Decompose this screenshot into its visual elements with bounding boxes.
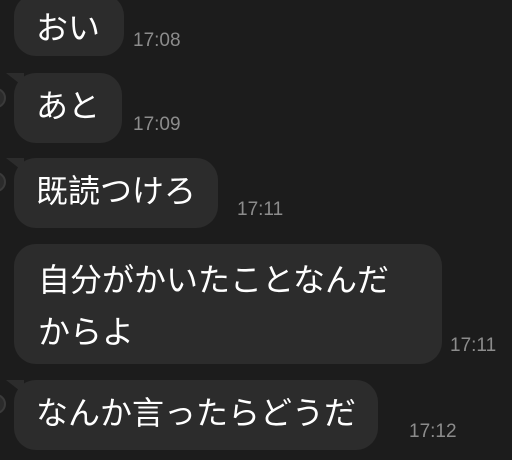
avatar[interactable] [0,172,6,192]
message-text: なんか言ったらどうだ [36,394,357,432]
message-bubble[interactable]: なんか言ったらどうだ [6,380,379,450]
message-timestamp: 17:11 [237,199,284,220]
message-bubble[interactable]: 既読つけろ [6,158,219,228]
message-timestamp: 17:12 [409,421,457,442]
message-text-line: 自分がかいたことなんだ [38,261,390,299]
bubble-tail [6,73,24,87]
message-text: おい [36,9,101,47]
avatar[interactable] [0,394,6,414]
message-bubble[interactable]: あと [6,73,123,143]
message-timestamp: 17:11 [450,335,497,356]
bubble-tail [6,158,24,172]
message-text: 既読つけろ [36,172,197,210]
bubble-tail [6,380,24,394]
avatar[interactable] [0,88,6,108]
message-text-line: からよ [38,313,135,351]
message-bubble[interactable]: おい [14,0,124,56]
message-timestamp: 17:09 [133,114,181,135]
message-text: あと [36,87,101,125]
message-timestamp: 17:08 [133,30,181,51]
message-bubble[interactable]: 自分がかいたことなんだ からよ [14,244,442,364]
